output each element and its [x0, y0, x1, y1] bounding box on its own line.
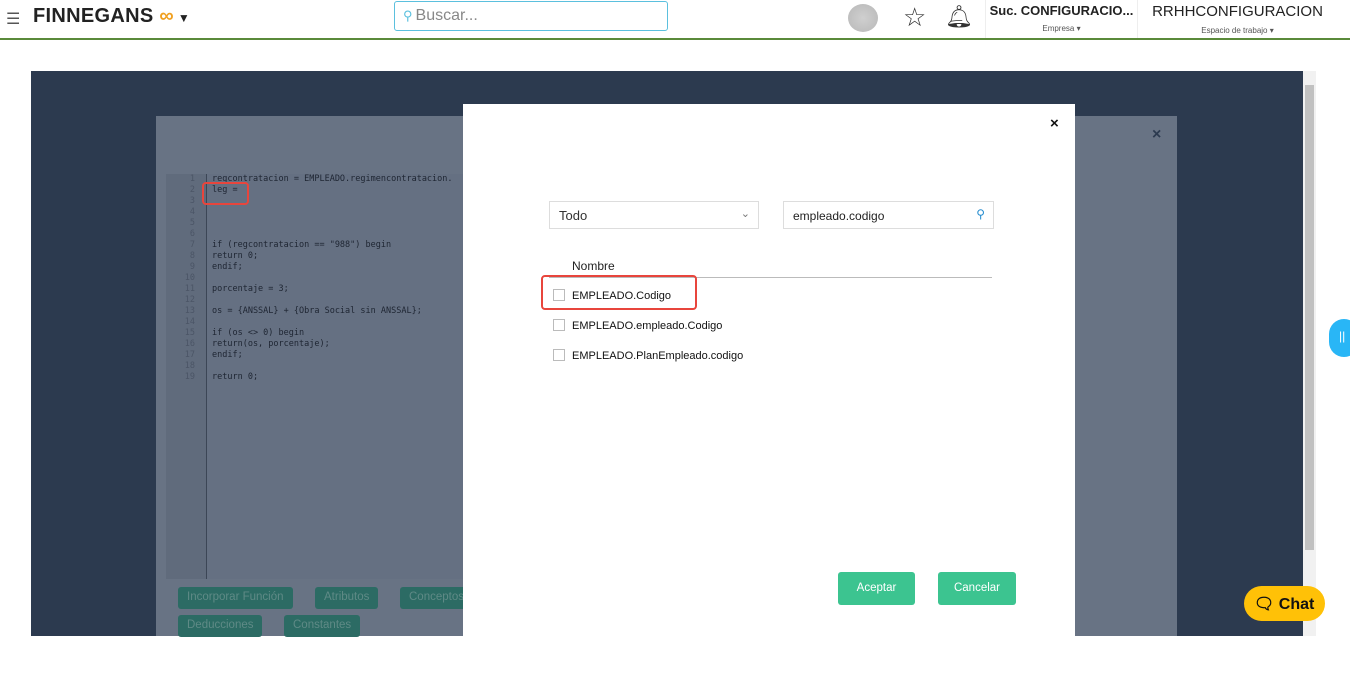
- highlight-box: [541, 275, 697, 310]
- line-number: 7: [189, 240, 195, 250]
- avatar[interactable]: [848, 4, 878, 32]
- search-placeholder: Buscar...: [415, 7, 478, 24]
- code-line: return 0;: [212, 372, 259, 382]
- scrollbar[interactable]: [1303, 71, 1316, 636]
- line-number: 4: [189, 207, 195, 217]
- row-label: EMPLEADO.PlanEmpleado.codigo: [572, 350, 744, 362]
- line-gutter: 1 2 3 4 5 6 7 8 9 10 11 12 13 14 15 16 17 18 19: [166, 174, 207, 579]
- constantes-button[interactable]: Constantes: [284, 615, 361, 637]
- search-icon: ⚲: [403, 8, 413, 23]
- line-number: 5: [189, 218, 195, 228]
- code-editor[interactable]: 1 2 3 4 5 6 7 8 9 10 11 12 13 14 15 16 17 18 19 regcontrat…: [166, 174, 466, 579]
- deducciones-button[interactable]: Deducciones: [178, 615, 263, 637]
- search-value: empleado.codigo: [793, 209, 885, 223]
- line-number: 6: [189, 229, 195, 239]
- code-line: if (regcontratacion == "988") begin: [212, 240, 392, 250]
- line-number: 14: [184, 317, 195, 327]
- code-line: return(os, porcentaje);: [212, 339, 330, 349]
- filter-value: Todo: [559, 208, 588, 223]
- line-number: 19: [184, 372, 195, 382]
- line-number: 2: [189, 185, 195, 195]
- line-number: 17: [184, 350, 195, 360]
- brand-name: FINNEGANS: [33, 5, 154, 27]
- line-number: 3: [189, 196, 195, 206]
- company-label: Empresa: [1042, 24, 1075, 33]
- workspace-label: Espacio de trabajo: [1201, 26, 1268, 35]
- code-line: if (os <> 0) begin: [212, 328, 305, 338]
- code-line: return 0;: [212, 251, 259, 261]
- conceptos-button[interactable]: Conceptos: [400, 587, 463, 609]
- line-number: 9: [189, 262, 195, 272]
- workspace-name: RRHHCONFIGURACION: [1152, 3, 1323, 20]
- line-number: 13: [184, 306, 195, 316]
- code-text: regcontratacion = EMPLEADO.regimencontra…: [212, 174, 453, 383]
- checkbox[interactable]: [553, 349, 565, 361]
- line-number: 12: [184, 295, 195, 305]
- close-icon[interactable]: ×: [1152, 126, 1161, 144]
- line-number: 18: [184, 361, 195, 371]
- checkbox[interactable]: [553, 319, 565, 331]
- company-name: Suc. CONFIGURACIO...: [989, 3, 1134, 18]
- cancel-button[interactable]: Cancelar: [938, 572, 1016, 605]
- line-number: 1: [189, 174, 195, 184]
- incorporar-funcion-button[interactable]: Incorporar Función: [178, 587, 293, 609]
- accept-button[interactable]: Aceptar: [838, 572, 915, 605]
- code-line: endif;: [212, 262, 243, 272]
- chevron-down-icon: ⌄: [740, 208, 750, 220]
- search-input[interactable]: ⚲ Buscar...: [394, 1, 668, 31]
- attribute-search-input[interactable]: empleado.codigo ⚲: [783, 201, 994, 229]
- list-item[interactable]: EMPLEADO.PlanEmpleado.codigo: [553, 349, 743, 362]
- attribute-search-dialog: × Todo ⌄ empleado.codigo ⚲ Nombre EMPLEADO…: [463, 104, 1075, 636]
- chat-button[interactable]: 🗨︎ Chat: [1244, 586, 1325, 621]
- company-selector[interactable]: Suc. CONFIGURACIO... Empresa ▾: [985, 0, 1137, 38]
- chat-label: Chat: [1278, 596, 1315, 613]
- hamburger-icon[interactable]: ☰: [6, 9, 20, 29]
- line-number: 10: [184, 273, 195, 283]
- line-number: 16: [184, 339, 195, 349]
- filter-select[interactable]: Todo ⌄: [549, 201, 759, 229]
- row-label: EMPLEADO.empleado.Codigo: [572, 320, 723, 332]
- top-bar: ☰ FINNEGANS ∞ ▼ ⚲ Buscar... ☆ 🔔︎ Suc. CONF…: [0, 0, 1350, 40]
- line-number: 15: [184, 328, 195, 338]
- brand-mark-icon: ∞: [159, 5, 174, 27]
- scrollbar-thumb[interactable]: [1305, 85, 1314, 550]
- search-icon[interactable]: ⚲: [976, 207, 985, 221]
- brand-logo[interactable]: FINNEGANS ∞ ▼: [33, 5, 190, 28]
- line-number: 8: [189, 251, 195, 261]
- chat-icon: 🗨︎: [1254, 596, 1275, 613]
- list-item[interactable]: EMPLEADO.empleado.Codigo: [553, 319, 722, 332]
- code-line: porcentaje = 3;: [212, 284, 289, 294]
- highlight-box: [202, 182, 249, 205]
- close-icon[interactable]: ×: [1050, 115, 1059, 132]
- star-icon[interactable]: ☆: [903, 2, 926, 33]
- line-number: 11: [184, 284, 195, 294]
- side-panel-toggle[interactable]: ||: [1329, 319, 1350, 357]
- bell-icon[interactable]: 🔔︎: [945, 4, 973, 30]
- code-line: os = {ANSSAL} + {Obra Social sin ANSSAL}…: [212, 306, 422, 316]
- atributos-button[interactable]: Atributos: [315, 587, 379, 609]
- chevron-down-icon[interactable]: ▼: [178, 11, 190, 25]
- code-line: endif;: [212, 350, 243, 360]
- workspace-selector[interactable]: RRHHCONFIGURACION Espacio de trabajo ▾: [1137, 0, 1337, 38]
